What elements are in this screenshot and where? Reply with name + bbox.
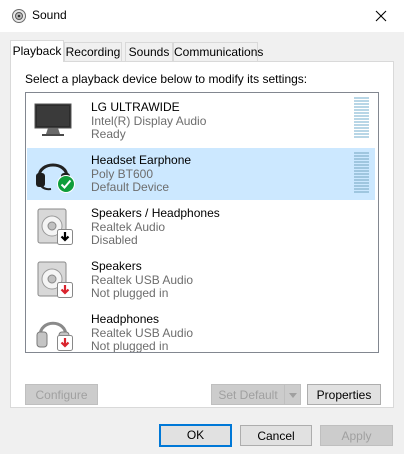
title-bar: Sound: [0, 0, 404, 32]
set-default-button[interactable]: Set Default: [211, 384, 285, 405]
monitor-icon: [34, 103, 72, 136]
configure-button[interactable]: Configure: [25, 384, 98, 405]
device-item-speakers-headphones[interactable]: Speakers / Headphones Realtek Audio Disa…: [27, 201, 375, 253]
device-status: Default Device: [91, 180, 170, 194]
ok-button[interactable]: OK: [159, 424, 232, 447]
sound-dialog: Playback Recording Sounds Communications…: [0, 32, 404, 454]
tab-playback[interactable]: Playback: [10, 40, 64, 62]
instruction-text: Select a playback device below to modify…: [25, 72, 308, 86]
device-driver: Realtek USB Audio: [91, 326, 194, 340]
device-driver: Realtek USB Audio: [91, 273, 194, 287]
properties-button[interactable]: Properties: [307, 384, 381, 405]
device-status: Ready: [91, 127, 126, 141]
device-name: Speakers / Headphones: [91, 206, 220, 220]
device-driver: Intel(R) Display Audio: [91, 114, 207, 128]
tab-communications[interactable]: Communications: [173, 42, 263, 61]
device-driver: Realtek Audio: [91, 220, 166, 234]
close-icon: [375, 10, 387, 22]
device-item-lg-ultrawide[interactable]: LG ULTRAWIDE Intel(R) Display Audio Read…: [27, 95, 375, 147]
default-check-icon: [57, 175, 75, 193]
device-item-speakers[interactable]: Speakers Realtek USB Audio Not plugged i…: [27, 254, 375, 306]
volume-meter: [354, 97, 369, 139]
device-status: Not plugged in: [91, 286, 169, 300]
close-button[interactable]: [358, 0, 404, 32]
device-name: Headphones: [91, 312, 160, 326]
device-status: Disabled: [91, 233, 138, 247]
device-list[interactable]: LG ULTRAWIDE Intel(R) Display Audio Read…: [25, 92, 379, 353]
tab-recording[interactable]: Recording: [64, 42, 122, 61]
device-name: Headset Earphone: [91, 153, 192, 167]
playback-panel: Select a playback device below to modify…: [10, 61, 394, 408]
set-default-dropdown-arrow[interactable]: [284, 384, 301, 405]
disabled-arrow-icon: [57, 229, 73, 245]
volume-meter: [354, 152, 369, 194]
window-title: Sound: [32, 8, 67, 22]
device-item-headphones[interactable]: Headphones Realtek USB Audio Not plugged…: [27, 307, 375, 353]
device-driver: Poly BT600: [91, 167, 154, 181]
device-item-headset-earphone[interactable]: Headset Earphone Poly BT600 Default Devi…: [27, 148, 375, 200]
device-status: Not plugged in: [91, 339, 169, 353]
device-name: Speakers: [91, 259, 142, 273]
tab-sounds[interactable]: Sounds: [125, 42, 173, 61]
device-name: LG ULTRAWIDE: [91, 100, 180, 114]
unplugged-arrow-icon: [57, 335, 73, 351]
apply-button[interactable]: Apply: [320, 425, 393, 446]
cancel-button[interactable]: Cancel: [240, 425, 312, 446]
unplugged-arrow-icon: [57, 282, 73, 298]
sound-app-icon: [12, 9, 26, 23]
